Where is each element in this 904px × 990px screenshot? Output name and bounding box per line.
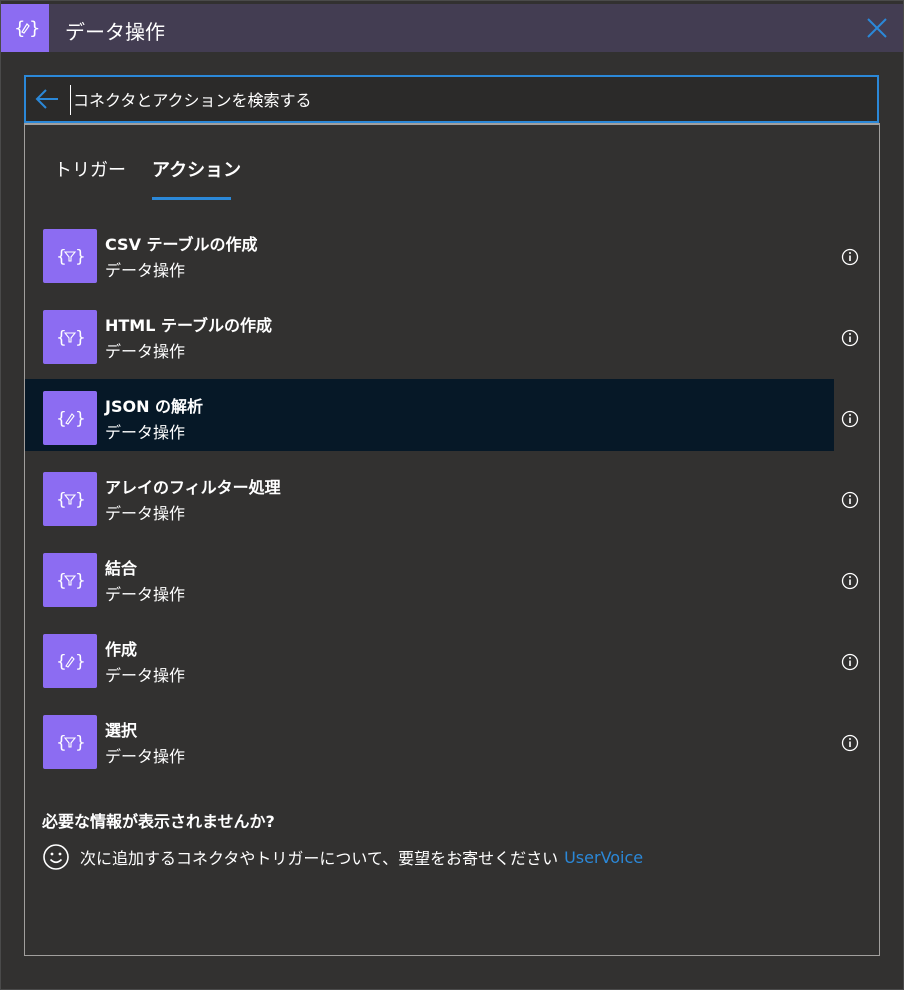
filter-braces-icon: { } [43, 715, 97, 769]
svg-text:{: { [56, 652, 67, 672]
svg-text:}: } [75, 328, 85, 348]
feedback-message: 次に追加するコネクタやトリガーについて、要望をお寄せください [80, 849, 559, 868]
svg-text:}: } [75, 490, 85, 510]
data-operation-icon: { } [1, 4, 49, 52]
smiley-icon [43, 844, 69, 870]
action-connector: データ操作 [105, 261, 186, 280]
info-icon[interactable] [841, 329, 859, 347]
dialog-title: データ操作 [65, 20, 165, 44]
tab-actions[interactable]: アクション [152, 156, 241, 182]
tab-selected-indicator [152, 197, 231, 200]
action-item-compose[interactable]: { } 作成 データ操作 [25, 623, 878, 704]
feedback-line: 次に追加するコネクタやトリガーについて、要望をお寄せください UserVoice [42, 843, 643, 871]
svg-text:}: } [75, 733, 85, 753]
action-title: CSV テーブルの作成 [105, 235, 258, 254]
svg-text:{: { [56, 733, 67, 753]
filter-braces-icon: { } [43, 553, 97, 607]
search-input[interactable] [70, 85, 855, 115]
close-button[interactable] [863, 14, 891, 42]
action-connector: データ操作 [105, 342, 186, 361]
filter-braces-icon: { } [43, 310, 97, 364]
info-icon[interactable] [841, 491, 859, 509]
info-icon[interactable] [841, 248, 859, 266]
action-connector: データ操作 [105, 747, 186, 766]
svg-text:}: } [75, 571, 85, 591]
uservoice-link[interactable]: UserVoice [564, 848, 643, 867]
action-item-filter-array[interactable]: { } アレイのフィルター処理 データ操作 [25, 461, 878, 542]
svg-text:{: { [56, 247, 67, 267]
info-icon[interactable] [841, 653, 859, 671]
action-title: 結合 [105, 559, 138, 578]
action-title: 選択 [105, 721, 138, 740]
svg-text:}: } [75, 409, 85, 429]
close-icon[interactable] [866, 17, 888, 39]
search-box [24, 75, 879, 123]
info-icon[interactable] [841, 734, 859, 752]
svg-text:}: } [29, 18, 39, 39]
svg-text:}: } [75, 247, 85, 267]
action-item-html-table[interactable]: { } HTML テーブルの作成 データ操作 [25, 299, 878, 380]
action-title: アレイのフィルター処理 [105, 478, 281, 497]
action-list: { } CSV テーブルの作成 データ操作 { } HTML テーブルの作成 デ… [25, 218, 878, 785]
svg-text:{: { [56, 328, 67, 348]
svg-text:{: { [56, 409, 67, 429]
action-connector: データ操作 [105, 504, 186, 523]
action-connector: データ操作 [105, 585, 186, 604]
action-title: JSON の解析 [105, 397, 204, 416]
pencil-braces-icon: { } [43, 634, 97, 688]
svg-text:{: { [56, 490, 67, 510]
svg-text:}: } [75, 652, 85, 672]
filter-braces-icon: { } [43, 472, 97, 526]
search-divider [24, 123, 880, 125]
action-item-parse-json[interactable]: { } JSON の解析 データ操作 [25, 379, 878, 461]
action-item-join[interactable]: { } 結合 データ操作 [25, 542, 878, 623]
pencil-braces-icon: { } [43, 391, 97, 445]
action-connector: データ操作 [105, 423, 186, 442]
filter-braces-icon: { } [43, 229, 97, 283]
tab-triggers[interactable]: トリガー [54, 156, 126, 182]
info-icon[interactable] [841, 572, 859, 590]
svg-text:{: { [56, 571, 67, 591]
action-title: HTML テーブルの作成 [105, 316, 273, 335]
action-item-csv-table[interactable]: { } CSV テーブルの作成 データ操作 [25, 218, 878, 299]
feedback-question: 必要な情報が表示されませんか? [42, 812, 275, 831]
back-arrow-icon[interactable] [34, 87, 60, 111]
action-connector: データ操作 [105, 666, 186, 685]
info-icon[interactable] [841, 410, 859, 428]
action-title: 作成 [105, 640, 138, 659]
dialog-header: { } データ操作 [1, 4, 903, 52]
action-item-select[interactable]: { } 選択 データ操作 [25, 704, 878, 785]
